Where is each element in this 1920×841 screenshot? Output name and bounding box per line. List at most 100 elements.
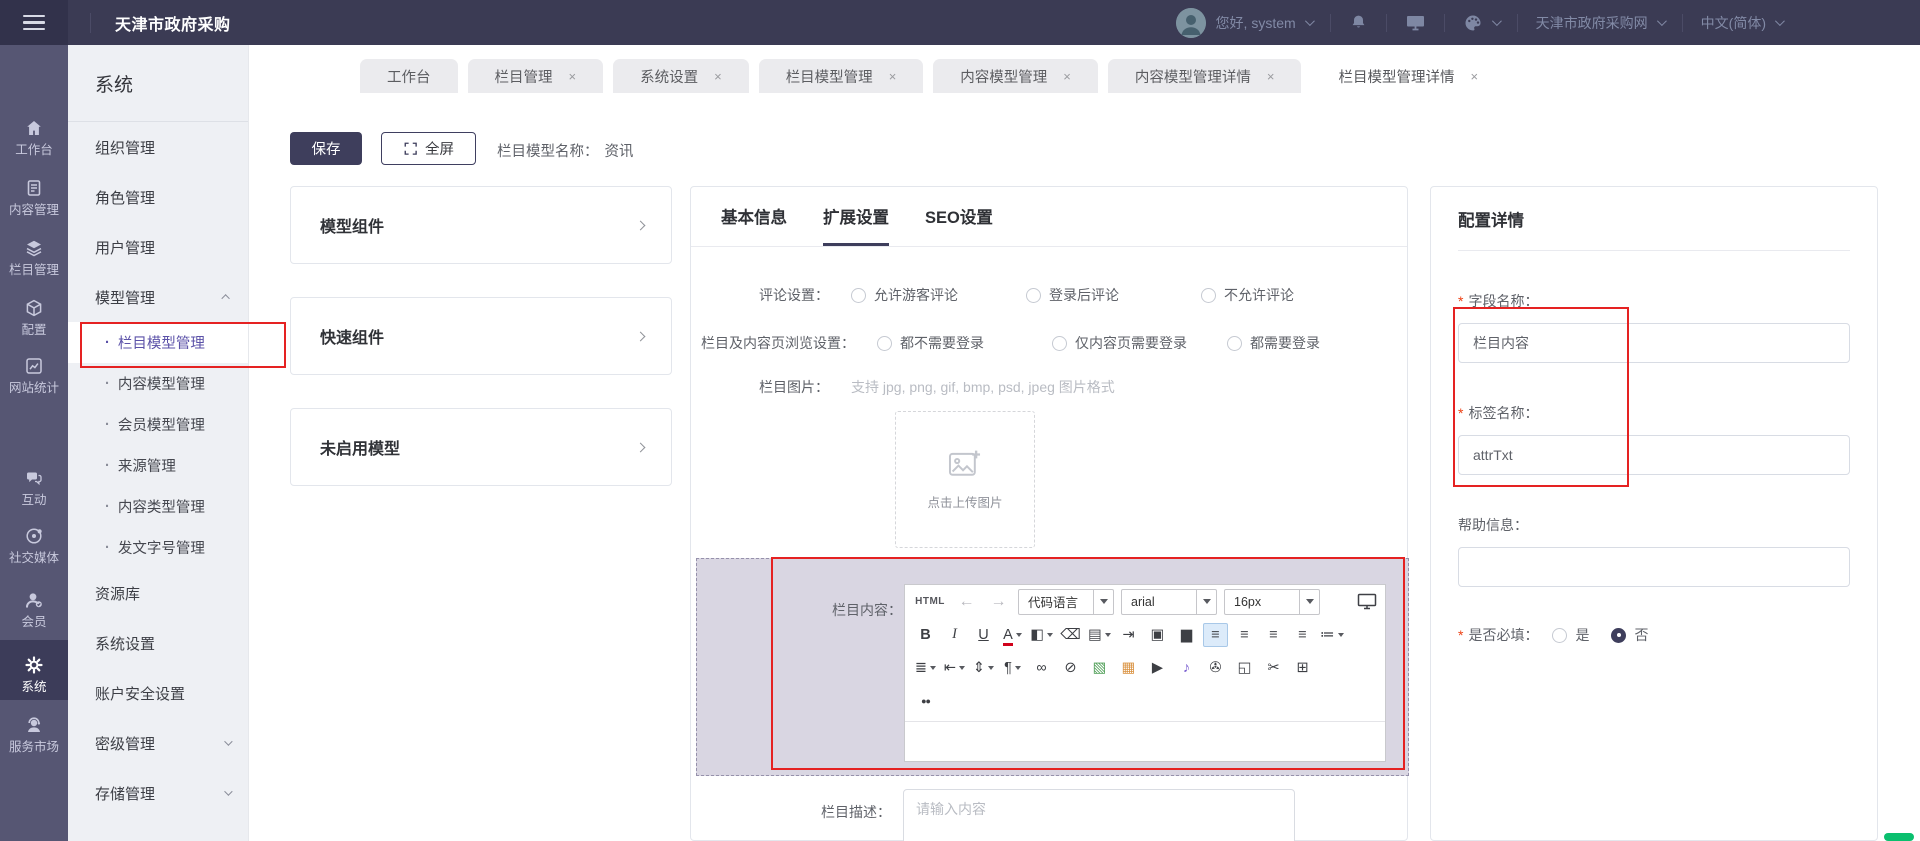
line-height-icon[interactable]: ⇕	[971, 656, 996, 680]
sidebar-item-doc-number[interactable]: 发文字号管理	[68, 527, 248, 568]
tab[interactable]: 栏目模型管理详情	[1311, 59, 1505, 93]
paste-icon[interactable]: ▣	[1145, 623, 1170, 647]
scrollbar-thumb[interactable]	[1884, 833, 1914, 841]
component-card[interactable]: 快速组件	[290, 297, 672, 375]
code-language-select[interactable]: 代码语言	[1018, 589, 1114, 615]
video-icon[interactable]: ▶	[1145, 656, 1170, 680]
fullscreen-button[interactable]: 全屏	[381, 132, 476, 165]
detail-tab[interactable]: 基本信息	[721, 204, 787, 246]
sidebar-item-column-model[interactable]: 栏目模型管理	[68, 322, 248, 363]
close-icon[interactable]	[1470, 70, 1478, 83]
redo-icon[interactable]: →	[986, 590, 1011, 614]
detail-tab[interactable]: SEO设置	[925, 204, 993, 246]
attachment-icon[interactable]: ✇	[1203, 656, 1228, 680]
close-icon[interactable]	[714, 70, 722, 83]
rail-item-system[interactable]: 系统	[0, 640, 68, 700]
italic-icon[interactable]: I	[942, 623, 967, 647]
menu-toggle-icon[interactable]	[0, 0, 68, 45]
chevron-down-icon[interactable]	[1093, 590, 1113, 614]
tab[interactable]: 栏目模型管理	[759, 59, 924, 93]
user-menu[interactable]: 您好, system	[1216, 13, 1312, 33]
table-icon[interactable]: ⊞	[1290, 656, 1315, 680]
site-select[interactable]: 天津市政府采购网	[1536, 13, 1664, 33]
rail-item-workbench[interactable]: 工作台	[0, 105, 68, 163]
cut-icon[interactable]: ✂	[1261, 656, 1286, 680]
radio-option[interactable]: 登录后评论	[1026, 285, 1201, 305]
notification-bell-icon[interactable]	[1349, 13, 1368, 32]
underline-icon[interactable]: U	[971, 623, 996, 647]
chevron-down-icon[interactable]	[1299, 590, 1319, 614]
rail-item-stats[interactable]: 网站统计	[0, 343, 68, 401]
sidebar-item-content-model[interactable]: 内容模型管理	[68, 363, 248, 404]
tab[interactable]: 栏目管理	[468, 59, 604, 93]
close-icon[interactable]	[889, 70, 897, 83]
ordered-list-icon[interactable]: ≔	[1319, 623, 1345, 647]
sidebar-item-user[interactable]: 用户管理	[68, 222, 248, 272]
rail-item-member[interactable]: 会员	[0, 577, 68, 635]
detail-tab[interactable]: 扩展设置	[823, 204, 889, 246]
unordered-list-icon[interactable]: ≣	[913, 656, 938, 680]
outdent-icon[interactable]: ⇤	[942, 656, 967, 680]
tab[interactable]: 内容模型管理详情	[1108, 59, 1302, 93]
gallery-icon[interactable]: ▦	[1116, 656, 1141, 680]
font-color-icon[interactable]: A	[1000, 623, 1025, 647]
undo-icon[interactable]: ←	[954, 590, 979, 614]
binoculars-icon[interactable]: ●●	[913, 689, 938, 713]
align-right-icon[interactable]: ≡	[1261, 623, 1286, 647]
radio-option[interactable]: 仅内容页需要登录	[1052, 333, 1227, 353]
component-card[interactable]: 未启用模型	[290, 408, 672, 486]
sidebar-item-model-group[interactable]: 模型管理	[68, 272, 248, 322]
monitor-icon[interactable]	[1405, 13, 1426, 32]
sidebar-item-content-type[interactable]: 内容类型管理	[68, 486, 248, 527]
column-description-textarea[interactable]	[903, 789, 1295, 841]
preview-screen-icon[interactable]	[1357, 593, 1377, 610]
indent-icon[interactable]: ⇥	[1116, 623, 1141, 647]
radio-option[interactable]: 否	[1611, 625, 1648, 645]
upload-image-box[interactable]: 点击上传图片	[895, 411, 1035, 548]
quick-format-icon[interactable]: ▤	[1087, 623, 1112, 647]
font-family-select[interactable]: arial	[1121, 589, 1217, 615]
music-icon[interactable]: ♪	[1174, 656, 1199, 680]
editor-content-area[interactable]	[905, 721, 1385, 761]
align-justify-icon[interactable]: ≡	[1290, 623, 1315, 647]
tab[interactable]: 系统设置	[613, 59, 749, 93]
radio-option[interactable]: 都需要登录	[1227, 333, 1402, 353]
language-select[interactable]: 中文(简体)	[1701, 13, 1782, 33]
radio-option[interactable]: 都不需要登录	[877, 333, 1052, 353]
close-icon[interactable]	[569, 70, 577, 83]
config-field-input[interactable]	[1458, 547, 1850, 587]
sidebar-item-resource-lib[interactable]: 资源库	[68, 568, 248, 618]
align-center-icon[interactable]: ≡	[1232, 623, 1257, 647]
editor-dropzone[interactable]: 栏目内容： HTML ← →	[696, 558, 1409, 776]
font-size-select[interactable]: 16px	[1224, 589, 1320, 615]
radio-option[interactable]: 允许游客评论	[851, 285, 1026, 305]
sidebar-item-member-model[interactable]: 会员模型管理	[68, 404, 248, 445]
html-source-icon[interactable]: HTML	[913, 590, 947, 614]
rail-item-service-market[interactable]: 服务市场	[0, 702, 68, 760]
rail-item-config[interactable]: 配置	[0, 285, 68, 343]
rail-item-content[interactable]: 内容管理	[0, 165, 68, 223]
tab[interactable]: 工作台	[360, 59, 458, 93]
sidebar-item-secret-level-group[interactable]: 密级管理	[68, 718, 248, 768]
rail-item-social[interactable]: 社交媒体	[0, 513, 68, 571]
remove-format-icon[interactable]: ⌫	[1058, 623, 1083, 647]
align-left-icon[interactable]: ≡	[1203, 623, 1228, 647]
sidebar-item-source-mgmt[interactable]: 来源管理	[68, 445, 248, 486]
avatar[interactable]	[1176, 8, 1206, 38]
highlight-color-icon[interactable]: ◧	[1029, 623, 1054, 647]
sidebar-item-account-security[interactable]: 账户安全设置	[68, 668, 248, 718]
save-button[interactable]: 保存	[290, 132, 362, 165]
close-icon[interactable]	[1267, 70, 1275, 83]
config-field-input[interactable]	[1458, 323, 1850, 363]
theme-picker[interactable]	[1463, 13, 1499, 33]
format-painter-icon[interactable]: ▆	[1174, 623, 1199, 647]
paragraph-icon[interactable]: ¶	[1000, 656, 1025, 680]
chevron-down-icon[interactable]	[1196, 590, 1216, 614]
image-icon[interactable]: ▧	[1087, 656, 1112, 680]
radio-option[interactable]: 是	[1552, 625, 1589, 645]
config-field-input[interactable]	[1458, 435, 1850, 475]
tab[interactable]: 内容模型管理	[933, 59, 1098, 93]
link-icon[interactable]: ∞	[1029, 656, 1054, 680]
sidebar-item-storage-group[interactable]: 存储管理	[68, 768, 248, 818]
sidebar-item-system-settings[interactable]: 系统设置	[68, 618, 248, 668]
